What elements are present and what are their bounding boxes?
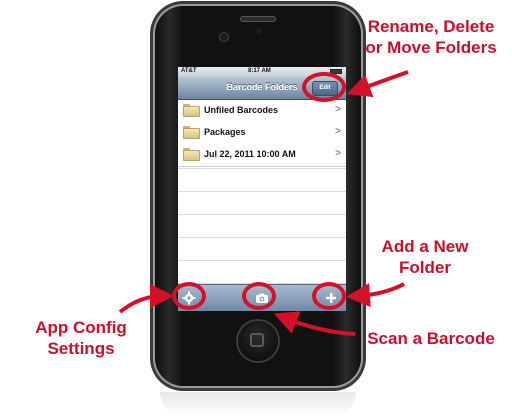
chevron-right-icon: > — [335, 104, 341, 115]
folder-row-unfiled[interactable]: Unfiled Barcodes > — [178, 100, 346, 123]
scan-callout: Scan a Barcode — [358, 328, 504, 349]
home-button[interactable] — [238, 321, 278, 361]
add-callout-text: Add a New Folder — [381, 237, 469, 277]
edit-highlight-ring — [302, 72, 346, 102]
folder-list: Unfiled Barcodes > Packages > Jul 22, 20… — [178, 100, 346, 284]
edit-callout-text: Rename, Delete or Move Folders — [365, 17, 497, 57]
earpiece-speaker — [240, 16, 276, 22]
edit-arrow — [346, 70, 409, 98]
scan-callout-text: Scan a Barcode — [367, 329, 495, 348]
chevron-right-icon: > — [335, 126, 341, 137]
phone-screen: AT&T 8:17 AM Barcode Folders Edit Unfile… — [178, 67, 346, 311]
carrier-label: AT&T — [181, 68, 197, 74]
folder-row-packages[interactable]: Packages > — [178, 122, 346, 145]
settings-callout-text: App Config Settings — [35, 318, 127, 358]
folder-label: Packages — [204, 127, 246, 137]
settings-highlight-ring — [172, 282, 206, 310]
folder-icon — [183, 126, 200, 139]
add-highlight-ring — [312, 282, 346, 310]
add-arrow — [346, 282, 405, 308]
home-square-icon — [250, 333, 264, 347]
front-camera — [220, 33, 228, 41]
chevron-right-icon: > — [335, 148, 341, 159]
proximity-sensor — [256, 28, 262, 34]
edit-callout: Rename, Delete or Move Folders — [355, 16, 507, 58]
status-time: 8:17 AM — [248, 68, 271, 74]
folder-icon — [183, 104, 200, 117]
folder-label: Jul 22, 2011 10:00 AM — [204, 149, 296, 159]
settings-callout: App Config Settings — [22, 317, 140, 359]
folder-label: Unfiled Barcodes — [204, 105, 279, 115]
phone-reflection — [160, 392, 356, 416]
add-callout: Add a New Folder — [370, 236, 480, 278]
scan-highlight-ring — [242, 282, 276, 310]
folder-row-date[interactable]: Jul 22, 2011 10:00 AM > — [178, 144, 346, 167]
folder-icon — [183, 148, 200, 161]
